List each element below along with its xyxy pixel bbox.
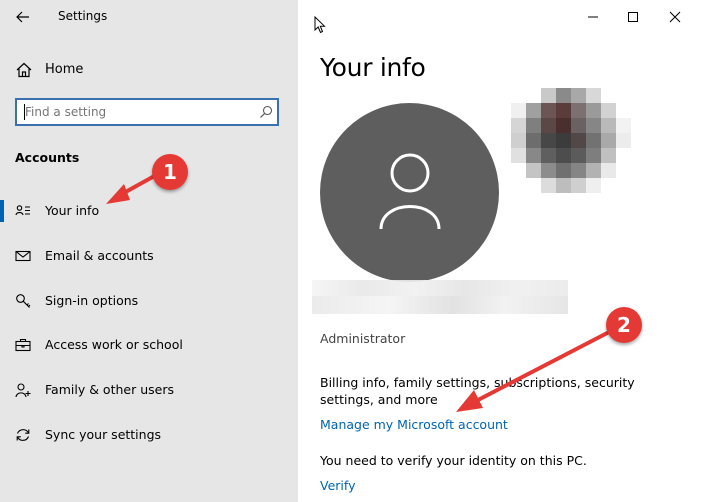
section-heading: Accounts [15, 150, 80, 165]
sidebar-item-label: Sync your settings [45, 427, 162, 442]
maximize-icon [628, 12, 638, 22]
sidebar-item-label: Family & other users [45, 382, 174, 397]
billing-description: Billing info, family settings, subscript… [320, 375, 635, 407]
verify-identity-text: You need to verify your identity on this… [320, 453, 587, 468]
sidebar-item-label: Email & accounts [45, 248, 154, 263]
annotation-badge-1: 1 [152, 154, 188, 190]
sidebar-item-your-info[interactable]: Your info [0, 194, 298, 228]
settings-window: Settings Home Accounts Your i [0, 0, 701, 502]
minimize-icon [588, 16, 598, 18]
account-role: Administrator [320, 331, 406, 346]
home-icon [16, 62, 32, 78]
pixelated-profile-image [511, 88, 631, 194]
selection-indicator [0, 200, 4, 222]
main-panel: Your info Administrator Billing info, fa… [298, 0, 701, 502]
sidebar-item-access-work-school[interactable]: Access work or school [0, 328, 298, 362]
redacted-user-email [312, 296, 568, 314]
sidebar-item-label: Your info [45, 203, 100, 218]
default-user-icon [379, 153, 441, 230]
sidebar-item-label: Access work or school [45, 337, 183, 352]
person-add-icon [15, 383, 31, 398]
minimize-button[interactable] [578, 6, 608, 28]
sidebar-item-label: Sign-in options [45, 293, 139, 308]
sync-icon [16, 429, 30, 441]
sidebar-item-sign-in-options[interactable]: Sign-in options [0, 284, 298, 318]
key-icon [16, 294, 31, 308]
home-label: Home [45, 62, 84, 77]
briefcase-icon [15, 338, 31, 352]
sidebar-item-family-other-users[interactable]: Family & other users [0, 373, 298, 407]
envelope-icon [15, 250, 31, 262]
sidebar-item-email-accounts[interactable]: Email & accounts [0, 239, 298, 273]
close-icon [669, 11, 681, 23]
back-arrow-icon [16, 11, 29, 23]
back-button[interactable] [10, 6, 36, 28]
mouse-cursor-icon [314, 16, 326, 34]
home-nav-item[interactable]: Home [0, 55, 298, 85]
maximize-button[interactable] [618, 6, 648, 28]
close-button[interactable] [660, 6, 690, 28]
annotation-badge-2: 2 [606, 307, 642, 343]
person-card-icon [15, 205, 30, 216]
manage-microsoft-account-link[interactable]: Manage my Microsoft account [320, 417, 508, 432]
verify-link[interactable]: Verify [320, 478, 355, 493]
search-icon[interactable] [259, 105, 273, 119]
sidebar: Settings Home Accounts Your i [0, 0, 298, 502]
sidebar-item-sync-settings[interactable]: Sync your settings [0, 418, 298, 452]
search-input[interactable] [25, 103, 255, 121]
avatar [320, 103, 499, 282]
search-box[interactable] [15, 98, 279, 126]
page-title: Your info [320, 53, 426, 82]
app-title: Settings [58, 9, 108, 23]
